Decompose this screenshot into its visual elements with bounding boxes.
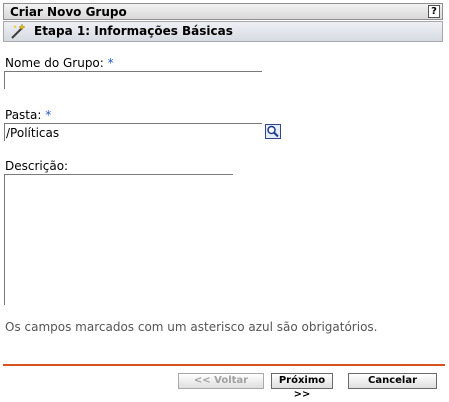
wand-icon bbox=[11, 24, 26, 39]
dialog-title-bar: Criar Novo Grupo ? bbox=[3, 3, 443, 20]
footer-divider bbox=[3, 364, 445, 366]
required-fields-note: Os campos marcados com um asterisco azul… bbox=[5, 320, 378, 334]
next-button[interactable]: Próximo >> bbox=[271, 373, 333, 400]
folder-label-text: Pasta: bbox=[5, 108, 42, 122]
dialog-title: Criar Novo Grupo bbox=[10, 5, 127, 19]
cancel-button[interactable]: Cancelar bbox=[348, 373, 437, 389]
group-name-input[interactable] bbox=[4, 71, 262, 89]
folder-label: Pasta: * bbox=[5, 108, 51, 122]
required-asterisk: * bbox=[107, 56, 114, 70]
help-button[interactable]: ? bbox=[428, 5, 440, 18]
step-header: Etapa 1: Informações Básicas bbox=[3, 21, 443, 42]
folder-input[interactable] bbox=[4, 123, 262, 141]
required-asterisk: * bbox=[45, 108, 52, 122]
group-name-label: Nome do Grupo: * bbox=[5, 56, 114, 70]
step-title: Etapa 1: Informações Básicas bbox=[34, 24, 233, 38]
group-name-label-text: Nome do Grupo: bbox=[5, 56, 104, 70]
description-textarea[interactable] bbox=[4, 174, 233, 305]
folder-browse-button[interactable] bbox=[265, 124, 281, 139]
back-button[interactable]: << Voltar bbox=[178, 373, 264, 389]
magnifier-icon bbox=[267, 125, 279, 138]
description-label: Descrição: bbox=[5, 159, 69, 173]
